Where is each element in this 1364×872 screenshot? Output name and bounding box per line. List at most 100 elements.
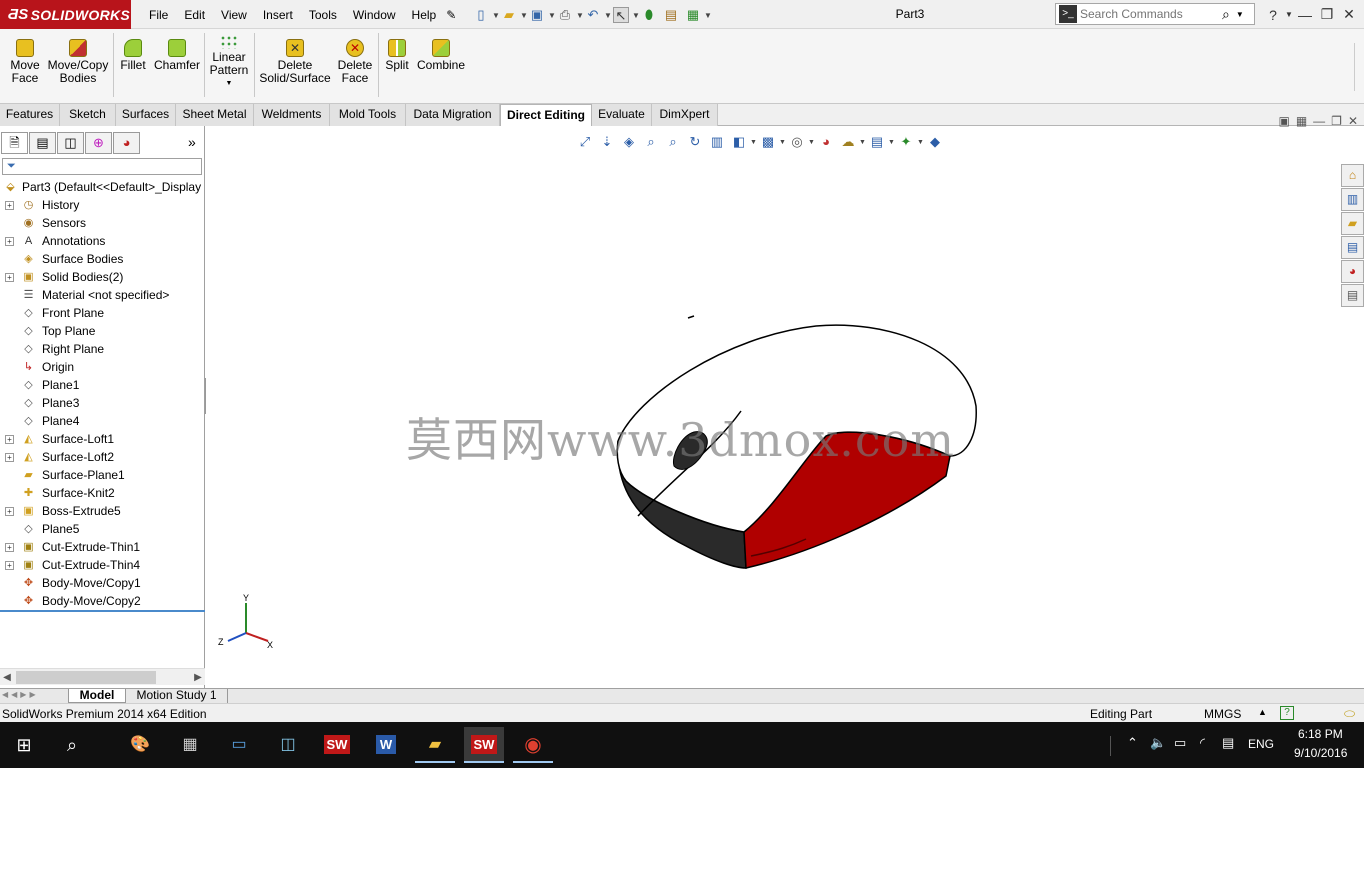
render-tools-icon[interactable]: ✦ — [897, 133, 915, 151]
configuration-manager-tab-icon[interactable]: ◫ — [57, 132, 84, 154]
save-icon[interactable]: ▣ — [529, 7, 545, 23]
tree-item[interactable]: ↳ Origin — [0, 358, 200, 376]
taskbar-search-icon[interactable]: ⌕ — [52, 727, 92, 763]
menu-insert[interactable]: Insert — [255, 8, 301, 22]
expand-panel-icon[interactable]: » — [188, 134, 196, 150]
custom-properties-icon[interactable]: ▤ — [1341, 284, 1364, 307]
units-label[interactable]: MMGS — [1204, 707, 1241, 721]
menu-window[interactable]: Window — [345, 8, 404, 22]
rebuild-icon[interactable]: ⬮ — [641, 7, 657, 23]
linear-pattern-button[interactable]: Linear Pattern ▼ — [208, 35, 250, 90]
undo-dropdown-icon[interactable]: ▼ — [604, 11, 612, 20]
linear-pattern-dropdown-icon[interactable]: ▼ — [208, 77, 250, 90]
hide-show-icon[interactable]: ◎ — [788, 133, 806, 151]
move-copy-bodies-button[interactable]: Move/Copy Bodies — [47, 39, 109, 85]
display-style-icon[interactable]: ▩ — [759, 133, 777, 151]
viewport-restore-icon[interactable]: ❐ — [1331, 114, 1342, 128]
zoom-to-fit-icon[interactable]: ⤢ — [576, 133, 594, 151]
zoom-icon[interactable]: ⌕ — [642, 133, 660, 151]
delete-solid-surface-button[interactable]: ✕ Delete Solid/Surface — [259, 39, 331, 85]
tab-data-migration[interactable]: Data Migration — [406, 104, 500, 126]
tree-item[interactable]: ▰ Surface-Plane1 — [0, 466, 200, 484]
show-hidden-icons-icon[interactable]: ⌃ — [1127, 735, 1138, 751]
hide-show-dropdown-icon[interactable]: ▼ — [808, 139, 815, 146]
expand-icon[interactable]: + — [5, 201, 14, 210]
chamfer-button[interactable]: Chamfer — [154, 39, 200, 72]
tab-navigation-icons[interactable]: ◀◀▶▶ — [2, 690, 39, 699]
tree-item[interactable]: + ▣ Cut-Extrude-Thin1 — [0, 538, 200, 556]
tab-sketch[interactable]: Sketch — [60, 104, 116, 126]
menu-view[interactable]: View — [213, 8, 255, 22]
print-dropdown-icon[interactable]: ▼ — [576, 11, 584, 20]
solidworks-active-app-icon[interactable]: SW — [464, 727, 504, 763]
open-icon[interactable]: ▰ — [501, 7, 517, 23]
units-dropdown-icon[interactable]: ▲ — [1258, 707, 1267, 717]
search-dropdown-icon[interactable]: ▼ — [1236, 10, 1244, 19]
tab-evaluate[interactable]: Evaluate — [592, 104, 652, 126]
tree-filter[interactable]: ⏷ — [2, 158, 202, 175]
select-dropdown-icon[interactable]: ▼ — [632, 11, 640, 20]
minimize-button[interactable]: — — [1294, 7, 1316, 23]
tab-mold-tools[interactable]: Mold Tools — [330, 104, 406, 126]
tree-item[interactable]: + ▣ Boss-Extrude5 — [0, 502, 200, 520]
tree-item[interactable]: + ◭ Surface-Loft2 — [0, 448, 200, 466]
print-icon[interactable]: ⎙ — [557, 7, 573, 23]
scroll-left-icon[interactable]: ◀ — [0, 669, 14, 686]
tree-item[interactable]: ☰ Material <not specified> — [0, 286, 200, 304]
help-dropdown-icon[interactable]: ▼ — [1284, 10, 1294, 19]
pin-icon[interactable]: ✎ — [444, 8, 458, 22]
search-commands[interactable]: >_ ⌕ ▼ — [1055, 3, 1255, 25]
scroll-thumb[interactable] — [16, 671, 156, 684]
solidworks-logo[interactable]: ƋS SOLIDWORKS — [0, 0, 131, 29]
tab-features[interactable]: Features — [0, 104, 60, 126]
tab-surfaces[interactable]: Surfaces — [116, 104, 176, 126]
chrome-app-icon[interactable]: ◉ — [513, 727, 553, 763]
shaded-cube-icon[interactable]: ◆ — [926, 133, 944, 151]
tree-item[interactable]: ◈ Surface Bodies — [0, 250, 200, 268]
undo-icon[interactable]: ↶ — [585, 7, 601, 23]
tab-weldments[interactable]: Weldments — [254, 104, 330, 126]
display-style-dropdown-icon[interactable]: ▼ — [779, 139, 786, 146]
expand-icon[interactable]: + — [5, 453, 14, 462]
dimxpert-manager-tab-icon[interactable]: ⊕ — [85, 132, 112, 154]
tab-sheet-metal[interactable]: Sheet Metal — [176, 104, 254, 126]
tree-item[interactable]: ✚ Surface-Knit2 — [0, 484, 200, 502]
expand-icon[interactable]: + — [5, 273, 14, 282]
zoom-area-icon[interactable]: ⌕ — [664, 133, 682, 151]
expand-icon[interactable]: + — [5, 561, 14, 570]
menu-edit[interactable]: Edit — [176, 8, 213, 22]
tab-motion-study[interactable]: Motion Study 1 — [126, 689, 228, 703]
tree-item[interactable]: ◇ Right Plane — [0, 340, 200, 358]
options-icon[interactable]: ▦ — [685, 7, 701, 23]
menu-file[interactable]: File — [141, 8, 176, 22]
tree-item[interactable]: + ▣ Cut-Extrude-Thin4 — [0, 556, 200, 574]
paint-app-icon[interactable]: 🎨 — [120, 727, 160, 763]
tree-item[interactable]: + ◷ History — [0, 196, 200, 214]
edit-appearance-icon[interactable]: ◕ — [817, 133, 835, 151]
tree-item[interactable]: ◉ Sensors — [0, 214, 200, 232]
tree-item[interactable]: ◇ Plane3 — [0, 394, 200, 412]
view-settings-dropdown-icon[interactable]: ▼ — [888, 139, 895, 146]
solidworks-taskbar-icon[interactable]: SW — [317, 727, 357, 763]
view-settings-icon[interactable]: ▤ — [868, 133, 886, 151]
design-library-icon[interactable]: ▥ — [1341, 188, 1364, 211]
view-orientation-icon[interactable]: ◧ — [730, 133, 748, 151]
calculator-app-icon[interactable]: ▦ — [170, 727, 210, 763]
file-properties-icon[interactable]: ▤ — [663, 7, 679, 23]
select-icon[interactable]: ↖ — [613, 7, 629, 23]
help-status-icon[interactable]: ? — [1280, 706, 1294, 720]
property-manager-tab-icon[interactable]: ▤ — [29, 132, 56, 154]
help-icon[interactable]: ? — [1262, 7, 1284, 23]
options-dropdown-icon[interactable]: ▼ — [704, 11, 712, 20]
windows-start-icon[interactable]: ⊞ — [4, 727, 44, 763]
expand-icon[interactable]: + — [5, 237, 14, 246]
tab-direct-editing[interactable]: Direct Editing — [500, 104, 592, 127]
scroll-right-icon[interactable]: ▶ — [191, 669, 205, 686]
tree-item[interactable]: ✥ Body-Move/Copy1 — [0, 574, 200, 592]
new-document-icon[interactable]: ▯ — [473, 7, 489, 23]
expand-icon[interactable]: + — [5, 543, 14, 552]
file-explorer-icon[interactable]: ▰ — [1341, 212, 1364, 235]
tree-item[interactable]: ◇ Top Plane — [0, 322, 200, 340]
tree-item[interactable]: + ◭ Surface-Loft1 — [0, 430, 200, 448]
word-app-icon[interactable]: W — [366, 727, 406, 763]
